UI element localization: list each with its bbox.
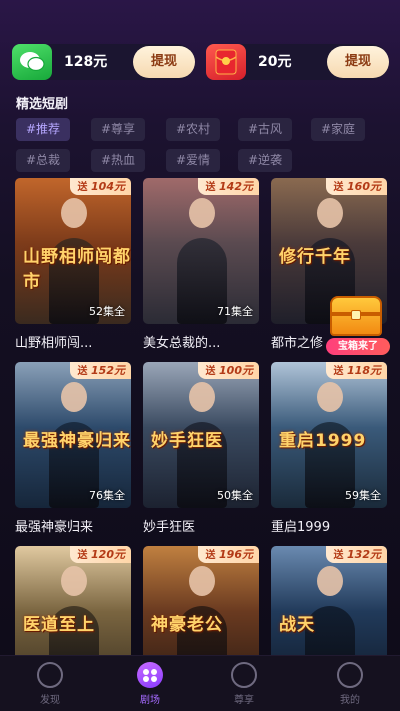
drama-poster: 山野相师闯都市 送 104元 52集全	[15, 178, 131, 324]
episode-count: 71集全	[217, 305, 253, 318]
poster-caption: 重启1999	[279, 431, 367, 451]
profile-icon	[337, 662, 363, 688]
drama-title: 重启1999	[271, 520, 331, 535]
wechat-wallet: 128元 提现	[12, 44, 195, 80]
poster-face	[317, 198, 343, 228]
wechat-balance: 128元	[64, 54, 108, 70]
episode-count: 50集全	[217, 489, 253, 502]
episode-count: 76集全	[89, 489, 125, 502]
poster-caption: 医道至上	[23, 615, 95, 635]
reward-badge: 送 132元	[325, 546, 387, 563]
poster-caption: 最强神豪归来	[23, 431, 131, 451]
tag-family[interactable]: #家庭	[311, 118, 366, 141]
drama-title: 最强神豪归来	[15, 520, 94, 535]
reward-badge: 送 152元	[69, 362, 131, 379]
poster-face	[61, 198, 87, 228]
nav-discover[interactable]: 发现	[20, 662, 80, 706]
section-title: 精选短剧	[16, 97, 69, 112]
tag-premium[interactable]: #尊享	[91, 118, 146, 141]
tag-romance[interactable]: #爱情	[166, 149, 221, 172]
reward-badge: 送 118元	[325, 362, 387, 379]
poster-face	[189, 566, 215, 596]
reward-badge: 送 120元	[69, 546, 131, 563]
poster-caption: 山野相师闯都市	[23, 247, 131, 292]
drama-poster: 妙手狂医 送 100元 50集全	[143, 362, 259, 508]
reward-badge: 送 196元	[197, 546, 259, 563]
episode-count: 59集全	[345, 489, 381, 502]
wechat-icon	[12, 44, 52, 80]
reward-badge: 送 104元	[69, 178, 131, 195]
discover-icon	[37, 662, 63, 688]
nav-label: 剧场	[140, 695, 160, 706]
theater-icon	[137, 662, 163, 688]
poster-face	[317, 566, 343, 596]
cashout-button-red-envelope[interactable]: 提现	[327, 46, 389, 78]
tag-action[interactable]: #热血	[91, 149, 146, 172]
nav-label: 我的	[340, 695, 360, 706]
nav-label: 发现	[40, 695, 60, 706]
drama-card[interactable]: 送 142元 71集全 美女总裁的...	[143, 178, 259, 351]
drama-card[interactable]: 最强神豪归来 送 152元 76集全 最强神豪归来	[15, 362, 131, 535]
poster-face	[61, 566, 87, 596]
reward-badge: 送 160元	[325, 178, 387, 195]
drama-card[interactable]: 妙手狂医 送 100元 50集全 妙手狂医	[143, 362, 259, 535]
red-envelope-icon	[206, 44, 246, 80]
treasure-chest-icon	[330, 296, 382, 336]
poster-face	[61, 382, 87, 412]
drama-poster: 送 142元 71集全	[143, 178, 259, 324]
tag-comeback[interactable]: #逆袭	[238, 149, 293, 172]
drama-card[interactable]: 山野相师闯都市 送 104元 52集全 山野相师闯...	[15, 178, 131, 351]
poster-face	[189, 198, 215, 228]
tag-recommend[interactable]: #推荐	[16, 118, 71, 141]
bottom-nav: 发现 剧场 尊享 我的	[0, 655, 400, 711]
poster-caption: 妙手狂医	[151, 431, 223, 451]
reward-badge: 送 142元	[197, 178, 259, 195]
reward-badge: 送 100元	[197, 362, 259, 379]
nav-theater[interactable]: 剧场	[120, 662, 180, 706]
nav-label: 尊享	[234, 695, 254, 706]
cashout-button-wechat[interactable]: 提现	[133, 46, 195, 78]
tag-ceo[interactable]: #总裁	[16, 149, 71, 172]
treasure-label: 宝箱来了	[326, 338, 390, 355]
poster-caption: 战天	[279, 615, 315, 635]
tag-rural[interactable]: #农村	[166, 118, 221, 141]
poster-face	[317, 382, 343, 412]
drama-card[interactable]: 重启1999 送 118元 59集全 重启1999	[271, 362, 387, 535]
poster-caption: 修行千年	[279, 247, 351, 267]
red-envelope-wallet: 20元 提现	[206, 44, 389, 80]
nav-profile[interactable]: 我的	[320, 662, 380, 706]
poster-caption: 神豪老公	[151, 615, 223, 635]
drama-title: 妙手狂医	[143, 520, 196, 535]
drama-title: 美女总裁的...	[143, 336, 221, 351]
wallet-row: 128元 提现 20元 提现	[12, 44, 389, 80]
red-envelope-balance: 20元	[258, 54, 292, 70]
nav-premium[interactable]: 尊享	[214, 662, 274, 706]
premium-icon	[231, 662, 257, 688]
tag-ancient[interactable]: #古风	[238, 118, 293, 141]
treasure-chest-button[interactable]: 宝箱来了	[326, 296, 390, 358]
drama-title: 山野相师闯...	[15, 336, 93, 351]
poster-face	[189, 382, 215, 412]
episode-count: 52集全	[89, 305, 125, 318]
drama-poster: 重启1999 送 118元 59集全	[271, 362, 387, 508]
drama-poster: 最强神豪归来 送 152元 76集全	[15, 362, 131, 508]
